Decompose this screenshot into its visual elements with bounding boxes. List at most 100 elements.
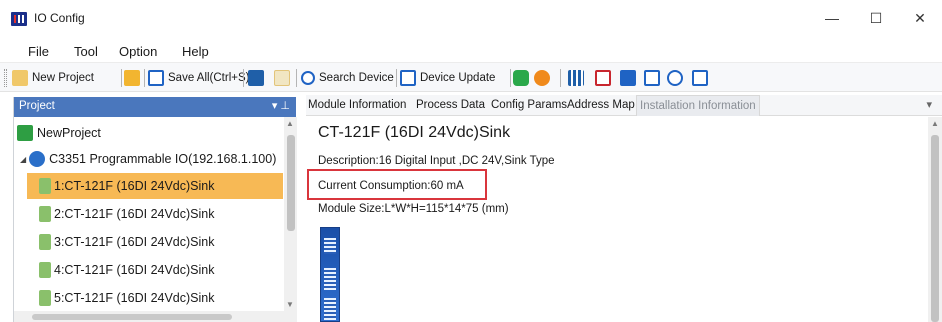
project-pane: Project ▾ ⊥ NewProject ◢ C3351 Programma… xyxy=(13,97,297,322)
module-icon xyxy=(39,206,51,222)
toolbar-separator xyxy=(560,69,561,87)
tab-config-params[interactable]: Config Params xyxy=(491,99,567,111)
save-icon xyxy=(148,70,164,86)
tree-item-label: C3351 Programmable IO(192.168.1.100) xyxy=(49,152,277,166)
new-project-icon xyxy=(12,70,28,86)
toolbar-grip[interactable] xyxy=(4,69,7,87)
tree-horizontal-scrollbar[interactable] xyxy=(14,311,284,322)
module-led-strip xyxy=(324,238,336,254)
alarm-button[interactable] xyxy=(534,67,550,89)
highlight-box: Current Consumption:60 mA xyxy=(307,169,487,200)
scroll-up-icon[interactable]: ▲ xyxy=(286,119,294,128)
scroll-up-icon[interactable]: ▲ xyxy=(931,119,939,128)
home-icon xyxy=(17,125,33,141)
project-pane-title: Project xyxy=(19,100,55,112)
module-image xyxy=(320,227,340,322)
tab-installation-information[interactable]: Installation Information xyxy=(636,95,760,116)
module-title: CT-121F (16DI 24Vdc)Sink xyxy=(318,124,511,141)
tree-item-module-2[interactable]: 2:CT-121F (16DI 24Vdc)Sink xyxy=(27,201,283,227)
edit-icon xyxy=(620,70,636,86)
menu-help[interactable]: Help xyxy=(182,44,209,59)
scroll-thumb[interactable] xyxy=(931,135,939,322)
module-icon xyxy=(39,290,51,306)
tree-item-label: 1:CT-121F (16DI 24Vdc)Sink xyxy=(54,179,215,193)
tree-item-module-1[interactable]: 1:CT-121F (16DI 24Vdc)Sink xyxy=(27,173,283,199)
minimize-button[interactable]: — xyxy=(821,8,843,28)
save-all-button[interactable]: Save All(Ctrl+S) xyxy=(148,67,249,89)
copy-icon xyxy=(644,70,660,86)
export-icon xyxy=(692,70,708,86)
module-info-content: CT-121F (16DI 24Vdc)Sink Description:16 … xyxy=(306,117,928,322)
tree-item-label: 4:CT-121F (16DI 24Vdc)Sink xyxy=(54,263,215,277)
menu-bar: File Tool Option Help xyxy=(0,38,942,62)
tree-vertical-scrollbar[interactable]: ▲ ▼ xyxy=(284,117,297,322)
tab-bar: Module Information Process Data Config P… xyxy=(306,95,942,116)
menu-option[interactable]: Option xyxy=(119,44,157,59)
app-icon xyxy=(11,12,27,26)
delete-button[interactable] xyxy=(595,67,611,89)
toolbar-separator xyxy=(243,69,244,87)
close-button[interactable]: ✕ xyxy=(909,8,931,28)
menu-tool[interactable]: Tool xyxy=(74,44,98,59)
tree-item-module-4[interactable]: 4:CT-121F (16DI 24Vdc)Sink xyxy=(27,257,283,283)
tab-process-data[interactable]: Process Data xyxy=(416,99,485,111)
check-circle-icon xyxy=(667,70,683,86)
export-button[interactable] xyxy=(692,67,708,89)
check-button[interactable] xyxy=(667,67,683,89)
module-led-strip xyxy=(324,268,336,290)
update-icon xyxy=(400,70,416,86)
folder-icon xyxy=(124,70,140,86)
online-icon xyxy=(513,70,529,86)
grid-button[interactable] xyxy=(568,67,584,89)
project-tree: NewProject ◢ C3351 Programmable IO(192.1… xyxy=(14,117,284,322)
maximize-button[interactable]: ☐ xyxy=(865,8,887,28)
device-update-label: Device Update xyxy=(420,72,496,84)
scroll-thumb[interactable] xyxy=(287,135,295,231)
alert-icon xyxy=(534,70,550,86)
menu-file[interactable]: File xyxy=(28,44,49,59)
search-icon xyxy=(301,71,315,85)
toolbar-separator xyxy=(121,69,122,87)
new-project-button[interactable]: New Project xyxy=(12,67,94,89)
tree-item-module-3[interactable]: 3:CT-121F (16DI 24Vdc)Sink xyxy=(27,229,283,255)
module-detail-pane: Module Information Process Data Config P… xyxy=(306,95,942,322)
toolbar: New Project Save All(Ctrl+S) Search Devi… xyxy=(0,62,942,92)
copy-button[interactable] xyxy=(644,67,660,89)
module-icon xyxy=(39,234,51,250)
tree-item-label: 5:CT-121F (16DI 24Vdc)Sink xyxy=(54,291,215,305)
pin-icon[interactable]: ▾ ⊥ xyxy=(272,99,290,112)
tree-item-root[interactable]: NewProject xyxy=(14,120,284,146)
scroll-thumb[interactable] xyxy=(32,314,232,320)
toolbar-separator xyxy=(296,69,297,87)
gear-icon xyxy=(274,70,290,86)
tree-item-label: 3:CT-121F (16DI 24Vdc)Sink xyxy=(54,235,215,249)
network-device-icon xyxy=(29,151,46,167)
tree-item-label: 2:CT-121F (16DI 24Vdc)Sink xyxy=(54,207,215,221)
save-all-label: Save All(Ctrl+S) xyxy=(168,72,250,84)
search-device-button[interactable]: Search Device xyxy=(301,67,394,89)
online-button[interactable] xyxy=(513,67,529,89)
content-vertical-scrollbar[interactable]: ▲ xyxy=(928,117,942,322)
tab-address-map[interactable]: Address Map xyxy=(567,99,635,111)
module-icon xyxy=(39,178,51,194)
tree-item-label: NewProject xyxy=(37,126,101,140)
toolbar-separator xyxy=(396,69,397,87)
edit-button[interactable] xyxy=(620,67,636,89)
window-title: IO Config xyxy=(34,11,85,25)
settings-button[interactable] xyxy=(274,67,290,89)
module-description: Description:16 Digital Input ,DC 24V,Sin… xyxy=(318,155,555,167)
toolbar-separator xyxy=(510,69,511,87)
tree-item-device[interactable]: ◢ C3351 Programmable IO(192.168.1.100) xyxy=(14,146,284,172)
open-project-button[interactable] xyxy=(124,67,140,89)
trash-icon xyxy=(595,70,611,86)
tab-module-information[interactable]: Module Information xyxy=(308,99,406,111)
module-icon xyxy=(39,262,51,278)
scroll-down-icon[interactable]: ▼ xyxy=(286,300,294,309)
tree-item-module-5[interactable]: 5:CT-121F (16DI 24Vdc)Sink xyxy=(27,285,283,311)
tab-list-dropdown-icon[interactable]: ▾ xyxy=(926,98,932,111)
device-update-button[interactable]: Device Update xyxy=(400,67,495,89)
download-icon xyxy=(248,70,264,86)
download-button[interactable] xyxy=(248,67,264,89)
project-pane-header: Project ▾ ⊥ xyxy=(14,97,296,117)
expand-arrow-icon[interactable]: ◢ xyxy=(20,155,26,164)
